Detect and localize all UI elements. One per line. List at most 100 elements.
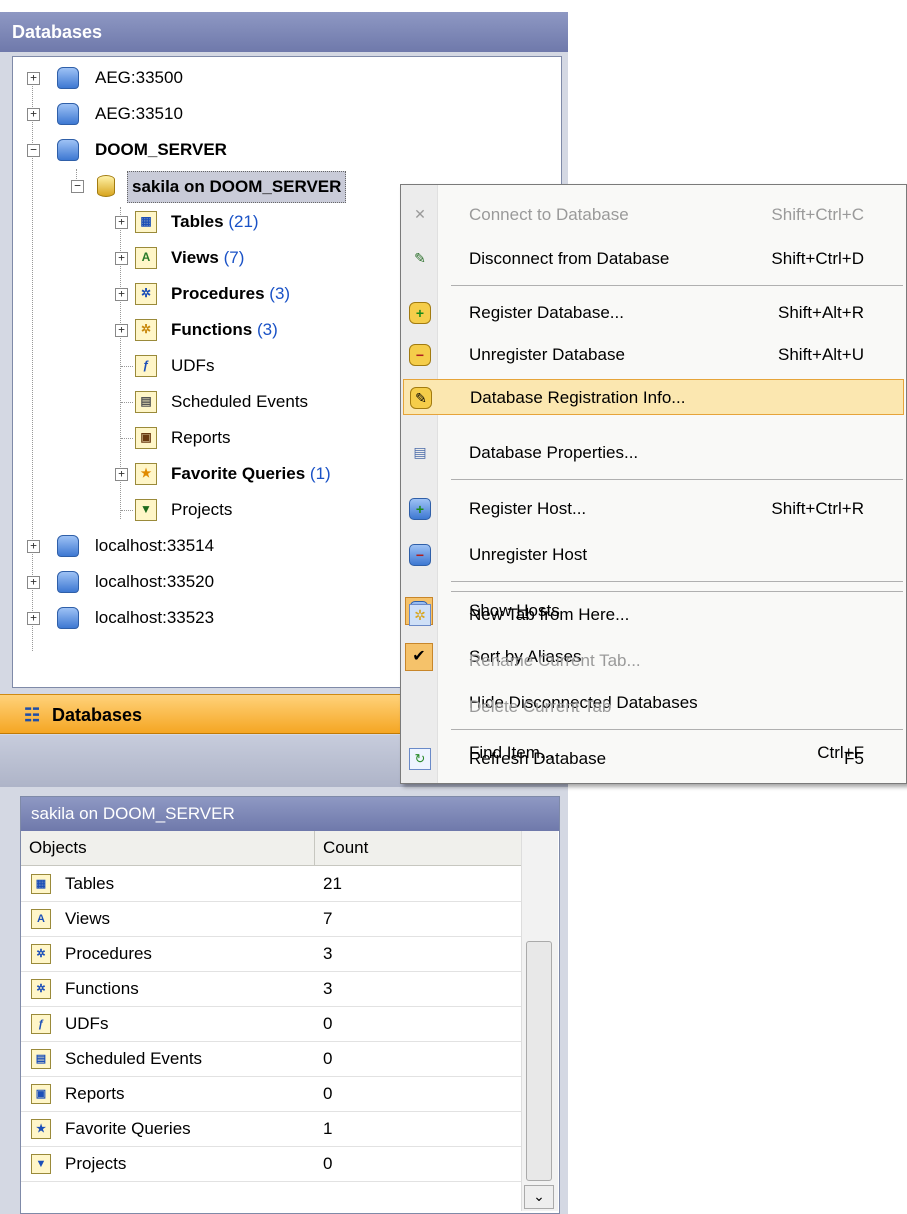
menu-item-shortcut: Shift+Ctrl+D xyxy=(771,249,864,268)
tree-node-count: (1) xyxy=(309,464,331,483)
menu-item-disconnect-from-database[interactable]: ✎ Disconnect from Database Shift+Ctrl+D xyxy=(401,241,906,277)
menu-item-label: Register Database... xyxy=(469,303,624,322)
tree-node-label: UDFs xyxy=(171,356,215,375)
table-row[interactable]: ✲ Functions 3 xyxy=(21,971,521,1007)
expand-icon[interactable]: + xyxy=(115,216,128,229)
tree-node-label: DOOM_SERVER xyxy=(95,140,227,159)
menu-item-register-host[interactable]: + Register Host... Shift+Ctrl+R xyxy=(401,491,906,527)
udf-icon: ƒ xyxy=(31,1014,51,1034)
procedure-icon: ✲ xyxy=(135,283,157,305)
column-header-count[interactable]: Count xyxy=(315,831,521,865)
menu-item-connect-to-database[interactable]: ✕ Connect to Database Shift+Ctrl+C xyxy=(401,197,906,233)
tree-guide-line xyxy=(121,402,133,403)
filter-icon: ▼ xyxy=(31,1154,51,1174)
scroll-down-arrow-icon[interactable]: ⌄ xyxy=(524,1185,554,1209)
menu-item-unregister-database[interactable]: − Unregister Database Shift+Alt+U xyxy=(401,337,906,373)
tree-node-count: (7) xyxy=(223,248,245,267)
count-cell: 3 xyxy=(323,979,333,998)
scrollbar-thumb[interactable] xyxy=(526,941,552,1181)
event-icon: ▤ xyxy=(135,391,157,413)
count-cell: 21 xyxy=(323,874,342,893)
expand-icon[interactable]: + xyxy=(115,252,128,265)
expand-icon[interactable]: + xyxy=(27,540,40,553)
table-row[interactable]: ▦ Tables 21 xyxy=(21,866,521,902)
menu-item-label: Unregister Host xyxy=(469,545,588,564)
tree-node-label: Functions xyxy=(171,320,253,339)
connect-icon: ✕ xyxy=(414,206,426,222)
tree-guide-line xyxy=(121,510,133,511)
tree-guide-line xyxy=(121,366,133,367)
collapse-icon[interactable]: − xyxy=(71,180,84,193)
filter-icon: ▼ xyxy=(135,499,157,521)
tree-node-label: AEG:33510 xyxy=(95,104,183,123)
report-icon: ▣ xyxy=(31,1084,51,1104)
tree-node-label: Projects xyxy=(171,500,233,519)
menu-item-label: Connect to Database xyxy=(469,205,629,224)
host-icon xyxy=(57,607,79,629)
object-cell: UDFs xyxy=(65,1014,109,1033)
database-icon xyxy=(97,175,115,197)
tree-node-label: AEG:33500 xyxy=(95,68,183,87)
object-cell: Projects xyxy=(65,1154,127,1173)
table-icon: ▦ xyxy=(31,874,51,894)
count-cell: 0 xyxy=(323,1084,333,1103)
menu-item-shortcut: Shift+Ctrl+R xyxy=(771,499,864,518)
expand-icon[interactable]: + xyxy=(27,612,40,625)
expand-icon[interactable]: + xyxy=(115,324,128,337)
object-cell: Favorite Queries xyxy=(65,1119,191,1138)
register-database-icon: + xyxy=(409,302,431,324)
menu-item-database-properties[interactable]: ▤ Database Properties... xyxy=(401,435,906,471)
table-row[interactable]: ✲ Procedures 3 xyxy=(21,936,521,972)
table-icon: ▦ xyxy=(135,211,157,233)
tree-node-label: Scheduled Events xyxy=(171,392,309,411)
database-info-panel: sakila on DOOM_SERVER Objects Count ▦ Tab… xyxy=(20,796,560,1214)
count-cell: 7 xyxy=(323,909,333,928)
disconnect-icon: ✎ xyxy=(414,250,426,266)
function-icon: ✲ xyxy=(31,979,51,999)
tree-node-label: Reports xyxy=(171,428,231,447)
collapse-icon[interactable]: − xyxy=(27,144,40,157)
nav-bar-title: Databases xyxy=(52,705,143,725)
tree-node-count: (3) xyxy=(269,284,291,303)
count-cell: 0 xyxy=(323,1014,333,1033)
expand-icon[interactable]: + xyxy=(27,72,40,85)
function-icon: ✲ xyxy=(135,319,157,341)
object-cell: Procedures xyxy=(65,944,152,963)
tree-node-label: Favorite Queries xyxy=(171,464,306,483)
count-cell: 3 xyxy=(323,944,333,963)
menu-separator xyxy=(451,581,903,582)
table-row[interactable]: ▤ Scheduled Events 0 xyxy=(21,1041,521,1077)
object-cell: Scheduled Events xyxy=(65,1049,203,1068)
menu-item-unregister-host[interactable]: − Unregister Host xyxy=(401,537,906,573)
tree-node-label: Views xyxy=(171,248,219,267)
expand-icon[interactable]: + xyxy=(27,576,40,589)
tree-guide-line xyxy=(121,438,133,439)
menu-item-register-database[interactable]: + Register Database... Shift+Alt+R xyxy=(401,295,906,331)
menu-item-database-registration-info[interactable]: ✎ Database Registration Info... xyxy=(403,379,904,415)
expand-icon[interactable]: + xyxy=(115,468,128,481)
tree-node-label: sakila on DOOM_SERVER xyxy=(127,171,347,203)
table-row[interactable]: ƒ UDFs 0 xyxy=(21,1006,521,1042)
menu-separator xyxy=(451,479,903,480)
menu-item-label: Disconnect from Database xyxy=(469,249,670,268)
column-header-objects[interactable]: Objects xyxy=(21,831,315,865)
tree-node-count: (3) xyxy=(256,320,278,339)
tree-icon: ☷ xyxy=(24,705,41,725)
table-row[interactable]: A Views 7 xyxy=(21,901,521,937)
object-cell: Tables xyxy=(65,874,115,893)
table-row[interactable]: ▼ Projects 0 xyxy=(21,1146,521,1182)
info-panel-title: sakila on DOOM_SERVER xyxy=(21,797,559,831)
menu-item-label: Unregister Database xyxy=(469,345,625,364)
menu-item-label: Database Properties... xyxy=(469,443,639,462)
expand-icon[interactable]: + xyxy=(115,288,128,301)
procedure-icon: ✲ xyxy=(31,944,51,964)
count-cell: 1 xyxy=(323,1119,333,1138)
unregister-database-icon: − xyxy=(409,344,431,366)
vertical-scrollbar[interactable]: ⌄ xyxy=(521,831,558,1211)
menu-separator xyxy=(451,285,903,286)
table-row[interactable]: ▣ Reports 0 xyxy=(21,1076,521,1112)
expand-icon[interactable]: + xyxy=(27,108,40,121)
menu-item-shortcut: Shift+Ctrl+C xyxy=(771,205,864,224)
report-icon: ▣ xyxy=(135,427,157,449)
table-row[interactable]: ★ Favorite Queries 1 xyxy=(21,1111,521,1147)
